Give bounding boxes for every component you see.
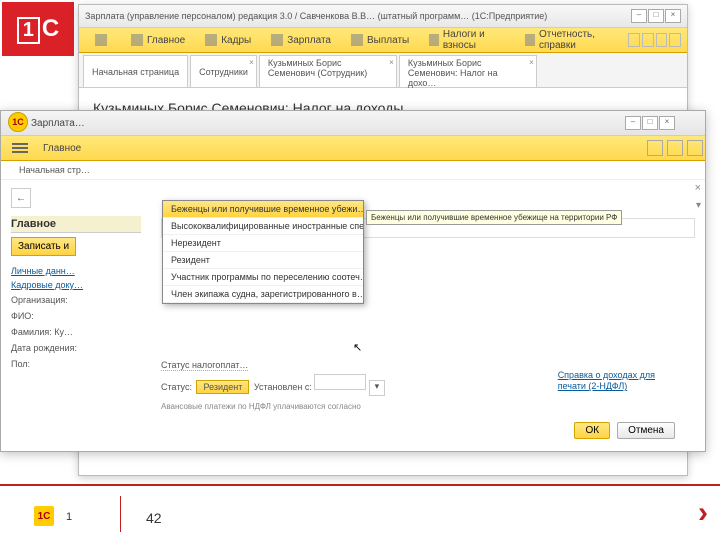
slide-footer: 1С 1 42 ›: [0, 484, 720, 540]
minimize-button[interactable]: –: [625, 116, 641, 130]
app-badge: 1С: [8, 112, 28, 132]
maximize-button[interactable]: □: [648, 9, 664, 23]
window-title: Зарплата (управление персоналом) редакци…: [85, 11, 547, 21]
nav-glavnoe[interactable]: Главное: [43, 143, 81, 154]
link-2ndfl[interactable]: Справка о доходах для печати (2-НДФЛ): [558, 370, 655, 393]
minimize-button[interactable]: –: [631, 9, 647, 23]
back-icon[interactable]: ←: [11, 188, 31, 208]
ok-button[interactable]: ОК: [574, 422, 610, 439]
tool-icon[interactable]: [647, 140, 663, 156]
tab-glavnoe[interactable]: Главное: [131, 34, 185, 46]
cursor-icon: ↖: [353, 341, 362, 354]
section-head: Главное: [11, 216, 141, 233]
status-section: Статус налогоплат… Статус: Резидент Уста…: [161, 360, 385, 411]
tab-zarplata[interactable]: Зарплата: [271, 34, 331, 46]
close-button[interactable]: ×: [665, 9, 681, 23]
tab-otchet[interactable]: Отчетность, справки: [525, 29, 616, 51]
date-input[interactable]: [314, 374, 366, 390]
star-icon: [131, 34, 143, 46]
status-select[interactable]: Резидент: [196, 380, 249, 394]
divider: [120, 496, 121, 532]
label-org: Организация:: [11, 295, 91, 305]
tab-tax[interactable]: Кузьминых Борис Семенович: Налог на дохо…: [399, 55, 537, 87]
search-icon[interactable]: [687, 140, 703, 156]
close-icon[interactable]: ×: [249, 58, 254, 67]
menu-icon[interactable]: [95, 34, 111, 46]
tab-employee[interactable]: Кузьминых Борис Семенович (Сотрудник)×: [259, 55, 397, 87]
label-status-group: Статус налогоплат…: [161, 360, 248, 371]
page-marker: 1: [66, 511, 72, 523]
close-icon[interactable]: ×: [695, 182, 701, 194]
date-picker-icon[interactable]: ▾: [369, 380, 385, 396]
tool-icon[interactable]: [628, 33, 640, 47]
toolbar: Главное: [1, 136, 705, 161]
close-icon[interactable]: ×: [389, 58, 394, 67]
save-button[interactable]: Записать и: [11, 237, 76, 256]
tool-icon[interactable]: [656, 33, 668, 47]
tool-icon[interactable]: [669, 33, 681, 47]
main-toolbar: Главное Кадры Зарплата Выплаты Налоги и …: [79, 28, 687, 53]
label-pol: Пол:: [11, 359, 91, 369]
dropdown-item[interactable]: Резидент: [163, 252, 363, 269]
tab-vyplaty[interactable]: Выплаты: [351, 34, 409, 46]
label-fam: Фамилия: Ку…: [11, 327, 91, 337]
titlebar: Зарплата… – □ ×: [1, 111, 705, 136]
tab-bar: Начальная страница Сотрудники× Кузьминых…: [79, 53, 687, 88]
maximize-button[interactable]: □: [642, 116, 658, 130]
people-icon: [205, 34, 217, 46]
tool-icon[interactable]: [667, 140, 683, 156]
status-dropdown[interactable]: Беженцы или получившие временное убежи… …: [162, 200, 364, 304]
percent-icon: [429, 34, 439, 46]
breadcrumb[interactable]: Начальная стр…: [1, 161, 705, 180]
dropdown-item[interactable]: Высококвалифицированные иностранные спец…: [163, 218, 363, 235]
dialog-buttons: ОК Отмена: [570, 422, 675, 439]
menu-icon[interactable]: [7, 138, 33, 158]
dropdown-item[interactable]: Беженцы или получившие временное убежи…: [163, 201, 363, 218]
titlebar: Зарплата (управление персоналом) редакци…: [79, 5, 687, 28]
dropdown-icon[interactable]: ▾: [696, 200, 701, 211]
label-since: Установлен с:: [254, 382, 312, 392]
doc-icon: [525, 34, 535, 46]
close-button[interactable]: ×: [659, 116, 675, 130]
close-icon[interactable]: ×: [529, 58, 534, 67]
tab-kadry[interactable]: Кадры: [205, 34, 251, 46]
money-icon: [271, 34, 283, 46]
tool-icon[interactable]: [642, 33, 654, 47]
left-panel: ← Главное Записать и Личные данн… Кадров…: [1, 180, 151, 452]
link-hr-docs[interactable]: Кадровые доку…: [11, 280, 141, 290]
dropdown-item[interactable]: Участник программы по переселению соотеч…: [163, 269, 363, 286]
list-icon: [351, 34, 363, 46]
tab-nalogi[interactable]: Налоги и взносы: [429, 29, 505, 51]
mini-logo: 1С: [34, 506, 54, 526]
dropdown-item[interactable]: Нерезидент: [163, 235, 363, 252]
cancel-button[interactable]: Отмена: [617, 422, 675, 439]
tab-employees[interactable]: Сотрудники×: [190, 55, 257, 87]
label-fio: ФИО:: [11, 311, 91, 321]
tab-home[interactable]: Начальная страница: [83, 55, 188, 87]
link-personal[interactable]: Личные данн…: [11, 266, 141, 276]
app-logo: 1С: [2, 2, 74, 56]
note-text: Авансовые платежи по НДФЛ уплачиваются с…: [161, 402, 385, 411]
next-icon[interactable]: ›: [698, 496, 708, 530]
page-number: 42: [146, 510, 162, 526]
label-status: Статус:: [161, 382, 192, 392]
tooltip: Беженцы или получившие временное убежище…: [366, 210, 622, 225]
dropdown-item[interactable]: Член экипажа судна, зарегистрированного …: [163, 286, 363, 303]
label-dob: Дата рождения:: [11, 343, 91, 353]
